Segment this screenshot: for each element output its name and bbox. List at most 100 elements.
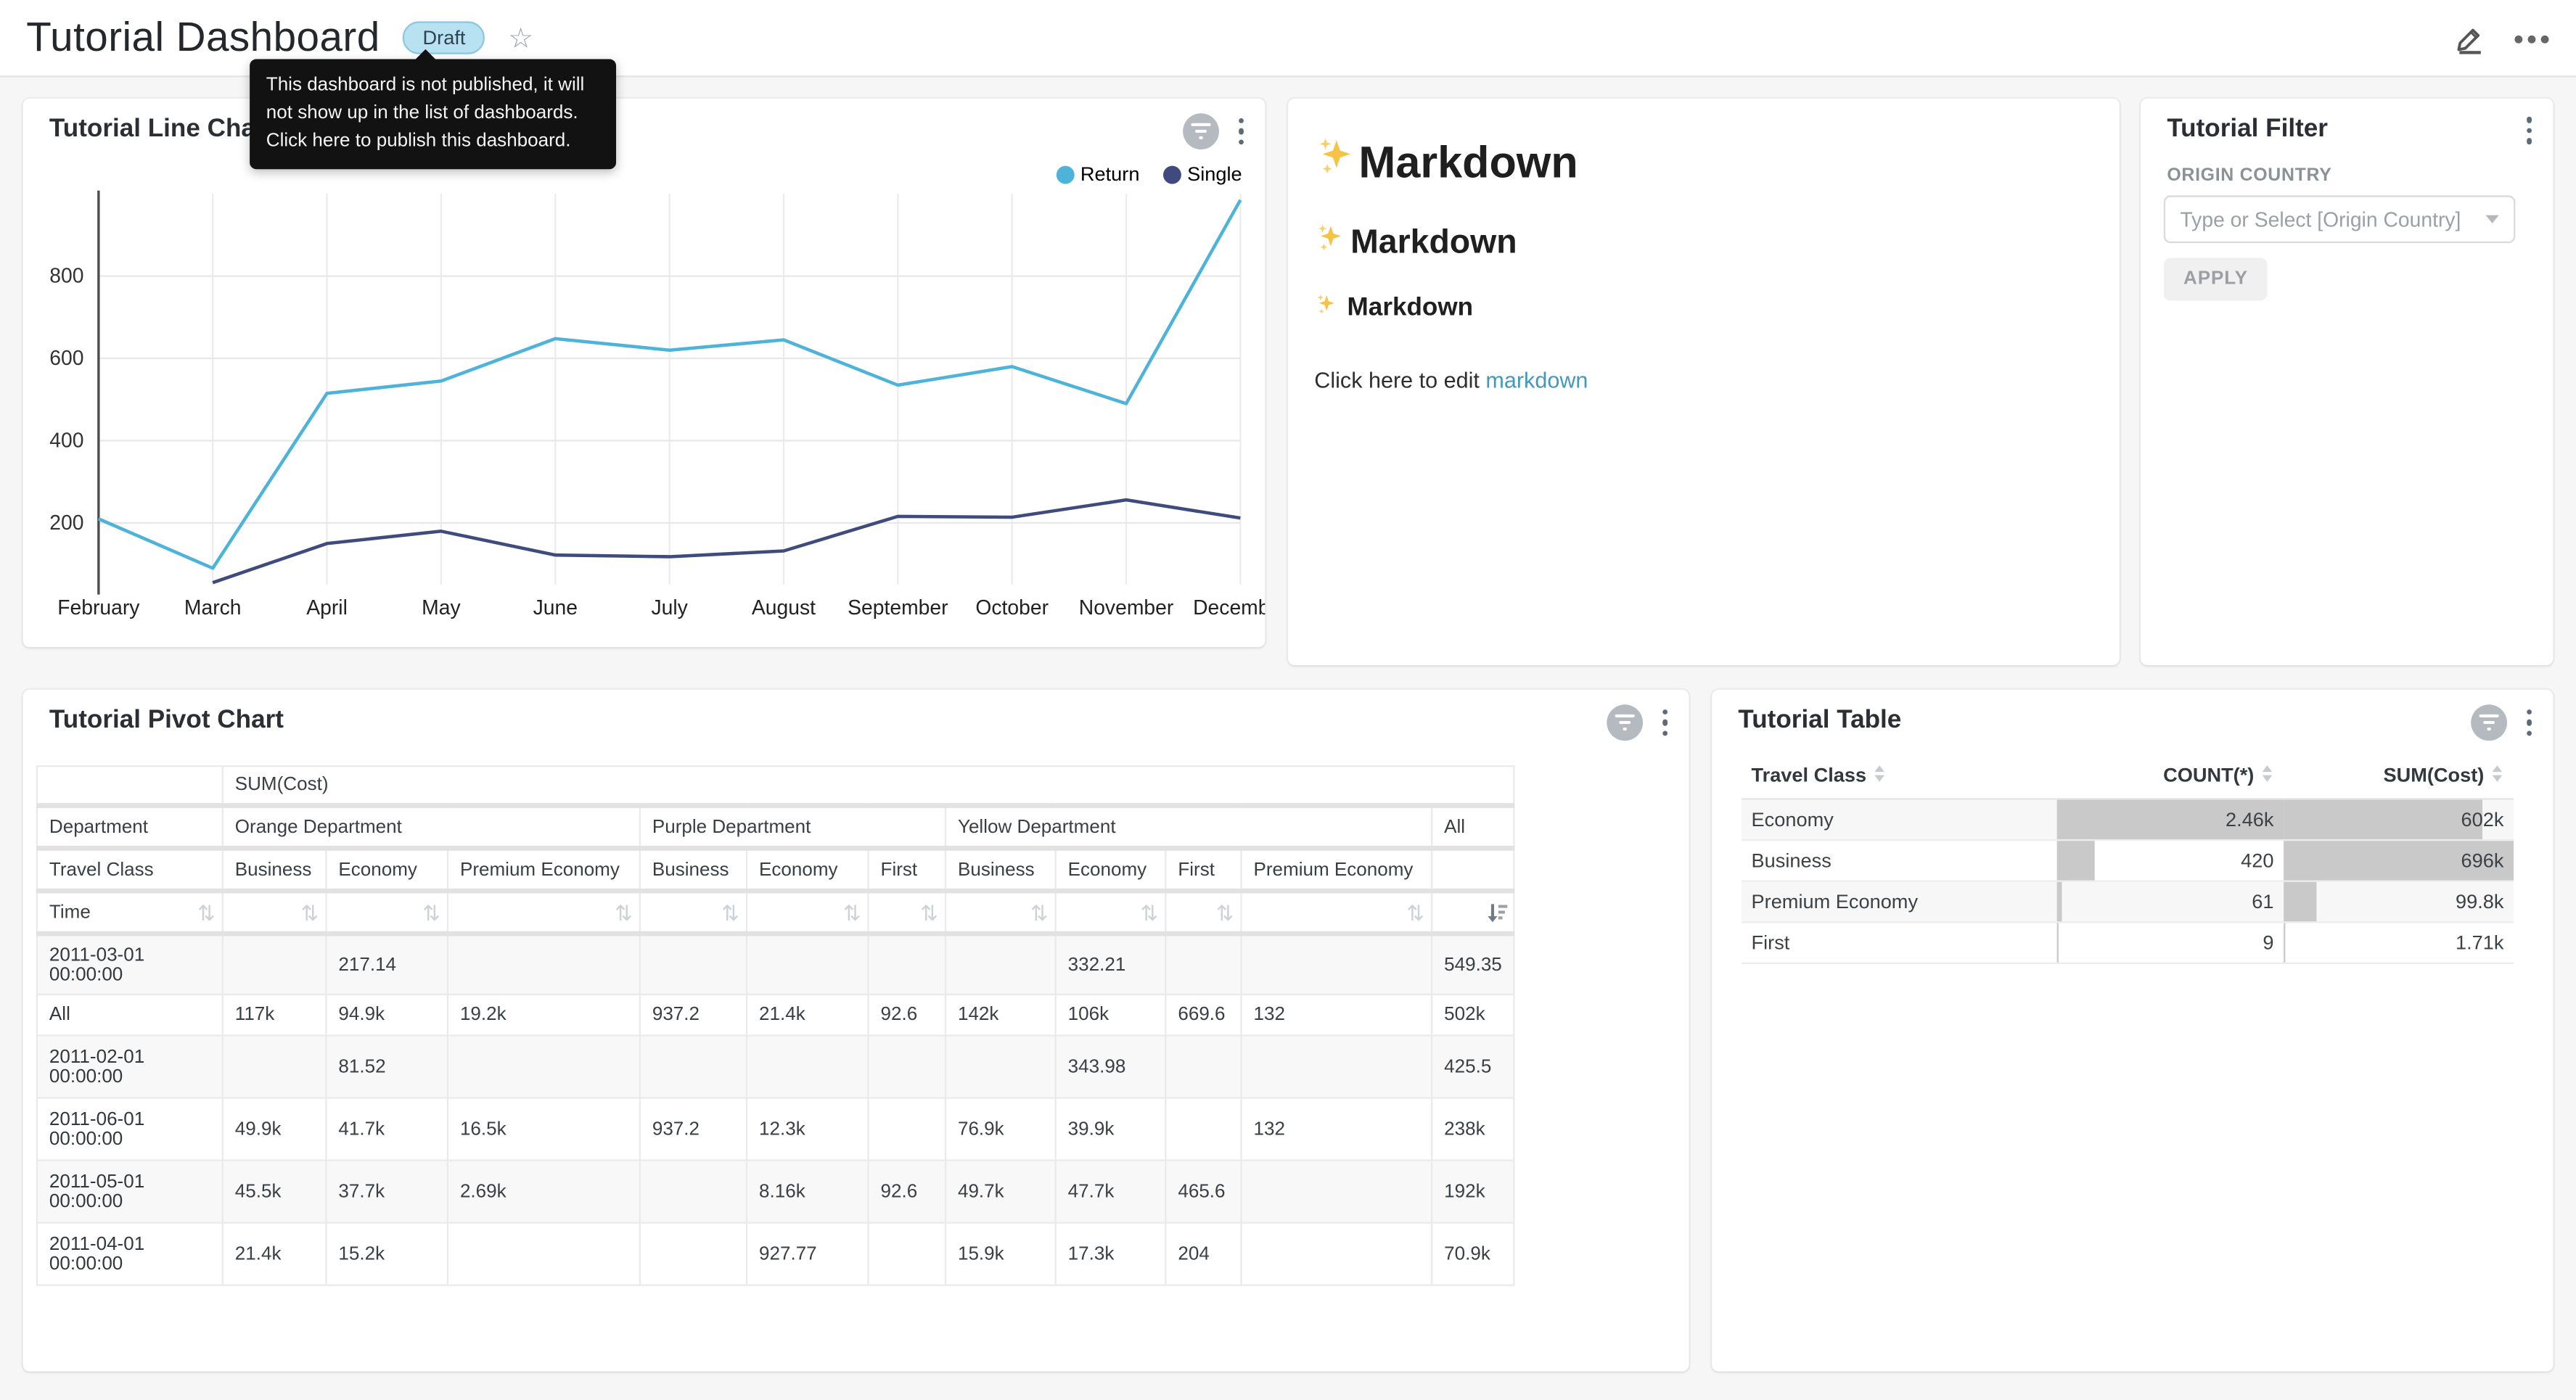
pivot-cell <box>1165 1036 1241 1098</box>
sort-icon[interactable]: ⇅ <box>422 902 440 923</box>
pivot-cell: 502k <box>1432 995 1514 1036</box>
chevron-down-icon <box>2486 215 2499 223</box>
table-row: First 9 1.71k <box>1742 922 2514 963</box>
pivot-group-header: Yellow Department <box>946 806 1432 849</box>
line-chart-kebab-icon[interactable] <box>1233 115 1249 148</box>
pivot-group-header: Orange Department <box>223 806 640 849</box>
pivot-sort-cell[interactable]: ⇅ <box>326 891 448 934</box>
draft-tooltip: This dashboard is not published, it will… <box>250 59 616 170</box>
pivot-cell: 39.9k <box>1056 1098 1166 1161</box>
pivot-sort-cell-active[interactable] <box>1432 891 1514 934</box>
chart-legend: Return Single <box>1056 162 1242 186</box>
pivot-cell <box>640 934 747 995</box>
pivot-sort-cell[interactable]: ⇅ <box>869 891 946 934</box>
sort-caret-icon <box>2260 764 2273 788</box>
sort-icon[interactable]: ⇅ <box>301 902 319 923</box>
pivot-col-header: Economy <box>326 848 448 891</box>
pivot-chart-card: Tutorial Pivot Chart SUM(Cost) Departmen… <box>23 690 1689 1372</box>
tooltip-text: This dashboard is not published, it will… <box>266 75 585 151</box>
sort-icon[interactable]: ⇅ <box>1406 902 1424 923</box>
line-chart-title: Tutorial Line Chart <box>49 115 274 144</box>
svg-text:September: September <box>848 596 948 619</box>
column-header-count[interactable]: COUNT(*) <box>2057 759 2284 799</box>
line-chart-card: Tutorial Line Chart Return Single Februa… <box>23 99 1266 647</box>
pivot-sort-cell[interactable]: ⇅ <box>1165 891 1241 934</box>
pivot-cell: 15.2k <box>326 1223 448 1285</box>
markdown-h1: Markdown <box>1314 135 2093 191</box>
edit-pencil-icon[interactable] <box>2455 24 2485 54</box>
table-card: Tutorial Table Travel Class COUNT(*) SUM… <box>1712 690 2553 1372</box>
pivot-cell: 92.6 <box>869 1161 946 1223</box>
sort-icon[interactable]: ⇅ <box>843 902 861 923</box>
origin-country-select[interactable]: Type or Select [Origin Country] <box>2164 195 2516 243</box>
pivot-sort-cell[interactable]: ⇅ <box>223 891 327 934</box>
svg-text:600: 600 <box>49 346 83 369</box>
pivot-cell: 332.21 <box>1056 934 1166 995</box>
pivot-sort-cell[interactable]: ⇅ <box>640 891 747 934</box>
pivot-sort-cell[interactable]: ⇅ <box>1056 891 1166 934</box>
pivot-sort-cell[interactable]: ⇅ <box>448 891 640 934</box>
pivot-col-header: First <box>869 848 946 891</box>
pivot-cell <box>1242 1036 1432 1098</box>
pivot-cell: 117k <box>223 995 327 1036</box>
page-title: Tutorial Dashboard <box>26 14 380 62</box>
markdown-paragraph: Click here to edit markdown <box>1314 368 2093 392</box>
pivot-col-header: Economy <box>1056 848 1166 891</box>
table-card-icons <box>2470 704 2537 741</box>
pivot-cell: 132 <box>1242 995 1432 1036</box>
filter-indicator-icon[interactable] <box>1182 113 1218 149</box>
sum-cell: 99.8k <box>2284 881 2514 923</box>
sort-icon[interactable]: ⇅ <box>1140 902 1158 923</box>
svg-text:June: June <box>533 596 578 619</box>
pivot-cell: 549.35 <box>1432 934 1514 995</box>
sort-icon[interactable]: ⇅ <box>920 902 938 923</box>
filter-card-kebab-icon[interactable] <box>2521 113 2537 147</box>
sort-icon[interactable]: ⇅ <box>1030 902 1049 923</box>
travel-class-cell: Business <box>1742 840 2057 881</box>
table-row: Economy 2.46k 602k <box>1742 799 2514 840</box>
pivot-table: SUM(Cost) Department Orange Department P… <box>36 765 1515 1286</box>
pivot-cell <box>747 934 869 995</box>
pivot-sort-cell[interactable]: ⇅ <box>946 891 1056 934</box>
pivot-cell <box>223 934 327 995</box>
pivot-cell <box>946 1036 1056 1098</box>
filter-indicator-icon[interactable] <box>2470 704 2506 741</box>
sum-cell: 696k <box>2284 840 2514 881</box>
sort-icon[interactable]: ⇅ <box>615 902 633 923</box>
pivot-cell: 92.6 <box>869 995 946 1036</box>
table-card-kebab-icon[interactable] <box>2521 706 2537 739</box>
pivot-col-header: Business <box>946 848 1056 891</box>
pivot-row: 2011-02-0100:00:00 81.52 343.98 425.5 <box>37 1036 1514 1098</box>
pivot-cell: 76.9k <box>946 1098 1056 1161</box>
pivot-sort-cell[interactable]: ⇅ <box>1242 891 1432 934</box>
filter-indicator-icon[interactable] <box>1606 704 1642 741</box>
pivot-time-label: Time <box>49 902 91 922</box>
star-icon[interactable]: ☆ <box>508 24 533 52</box>
pivot-cell: 343.98 <box>1056 1036 1166 1098</box>
sort-icon[interactable]: ⇅ <box>1216 902 1234 923</box>
pivot-cell: 16.5k <box>448 1098 640 1161</box>
count-cell: 2.46k <box>2057 799 2284 840</box>
markdown-edit-link[interactable]: markdown <box>1485 368 1588 392</box>
pivot-card-kebab-icon[interactable] <box>1657 706 1673 739</box>
column-header-travel-class[interactable]: Travel Class <box>1742 759 2057 799</box>
pivot-sort-cell[interactable]: ⇅ <box>747 891 869 934</box>
count-cell: 420 <box>2057 840 2284 881</box>
sort-icon[interactable]: ⇅ <box>721 902 739 923</box>
table-card-title: Tutorial Table <box>1738 707 1901 736</box>
column-header-sum-cost[interactable]: SUM(Cost) <box>2284 759 2514 799</box>
pivot-row: All 117k 94.9k 19.2k 937.2 21.4k 92.6 14… <box>37 995 1514 1036</box>
markdown-h1-text: Markdown <box>1358 137 1578 188</box>
legend-item-return[interactable]: Return <box>1056 162 1140 186</box>
more-menu-icon[interactable] <box>2514 33 2550 44</box>
sort-icon[interactable]: ⇅ <box>197 902 216 923</box>
pivot-cell: 47.7k <box>1056 1161 1166 1223</box>
table-row: Premium Economy 61 99.8k <box>1742 881 2514 923</box>
legend-item-single[interactable]: Single <box>1162 162 1242 186</box>
apply-button[interactable]: APPLY <box>2164 258 2268 300</box>
sort-caret-icon <box>2490 764 2503 788</box>
pivot-time-header[interactable]: Time ⇅ <box>37 891 223 934</box>
sort-descending-icon[interactable] <box>1487 902 1508 923</box>
svg-text:400: 400 <box>49 429 83 452</box>
pivot-col-header: Business <box>223 848 327 891</box>
